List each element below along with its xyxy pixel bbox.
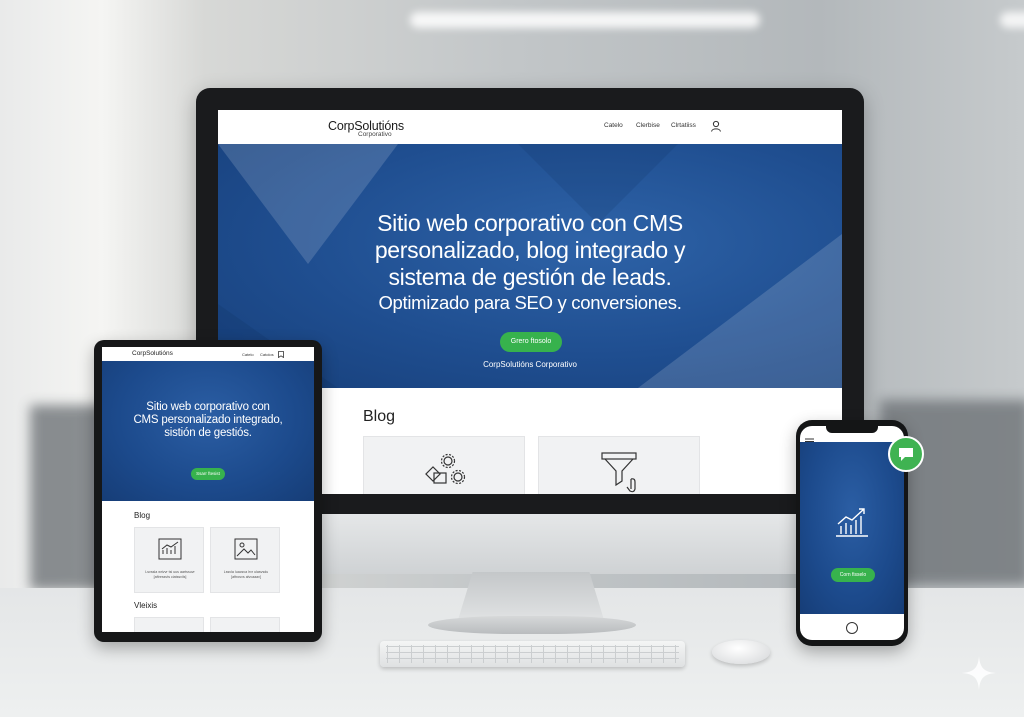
ceiling-light — [1000, 12, 1024, 28]
nav-link-3[interactable]: Clrtatiiss — [671, 122, 696, 129]
tablet-video-card[interactable] — [134, 617, 204, 632]
tablet-nav-link[interactable]: Catolos — [260, 352, 274, 357]
monitor-base — [428, 616, 636, 634]
blog-heading: Blog — [363, 408, 396, 425]
blog-card[interactable] — [538, 436, 700, 494]
home-button[interactable] — [846, 622, 858, 634]
nav-link-2[interactable]: Clerbise — [636, 122, 660, 129]
blog-card[interactable] — [363, 436, 525, 494]
tablet-blog-card[interactable]: Lssvla luacsva lrvr ulasvsdu [aftrosvs a… — [210, 527, 280, 593]
phone-hero-section: Corn fisselo — [800, 442, 904, 614]
site-logo-subtitle: Corporativo — [358, 131, 392, 138]
tablet-card-caption: Lsvssla wrivvr tsi uus aartssuvr [aftres… — [145, 570, 195, 579]
tablet-headline-line: sistión de gestiós. — [164, 427, 252, 439]
tablet-headline-line: Sitio web corporativo con — [146, 401, 270, 413]
tablet-blog-card[interactable]: Lsvssla wrivvr tsi uus aartssuvr [aftres… — [134, 527, 204, 593]
gears-icon — [425, 453, 466, 485]
funnel-icon — [601, 452, 637, 493]
tablet-videos-heading: Vleixis — [134, 601, 158, 610]
hero-headline-line: personalizado, blog integrado y — [374, 237, 686, 263]
tablet-card-caption: Lssvla luacsva lrvr ulasvsdu [aftrosvs a… — [223, 570, 269, 579]
growth-chart-icon — [836, 508, 868, 537]
mouse — [712, 640, 770, 664]
chat-badge[interactable] — [888, 436, 924, 472]
desktop-navbar: CorpSolutións Corporativo Catelo Clerbis… — [218, 110, 842, 144]
hero-headline: Sitio web corporativo con CMS personaliz… — [218, 210, 842, 315]
tablet-hero-section: Sitio web corporativo con CMS personaliz… — [102, 361, 314, 501]
tablet-headline-line: CMS personalizado integrado, — [133, 414, 283, 426]
hero-headline-line: Sitio web corporativo con CMS — [377, 210, 683, 236]
tablet-hero-cta-button[interactable]: Ssarr ftesist — [191, 468, 225, 480]
ceiling-light — [410, 12, 760, 28]
tablet-site-logo[interactable]: CorpSolutións — [132, 350, 173, 357]
hero-headline-line: sistema de gestión de leads. — [388, 264, 672, 290]
tablet-screen: CorpSolutións Catelo Catolos Sitio web c… — [102, 347, 314, 632]
image-icon — [234, 538, 258, 560]
tablet-nav-link[interactable]: Catelo — [242, 352, 254, 357]
chat-bubble-icon — [899, 448, 913, 461]
phone-notch — [826, 424, 878, 433]
tablet-hero-headline: Sitio web corporativo con CMS personaliz… — [102, 401, 314, 440]
chart-icon — [158, 538, 182, 560]
tablet-video-card[interactable] — [210, 617, 280, 632]
bookmark-icon[interactable] — [278, 351, 284, 358]
tablet-blog-heading: Blog — [134, 511, 151, 520]
keyboard-keys — [386, 645, 679, 663]
tablet-navbar: CorpSolutións Catelo Catolos — [102, 347, 314, 361]
monitor-stand — [458, 572, 604, 620]
hero-cta-button[interactable]: Grero ftosolo — [500, 332, 562, 352]
phone-hero-cta-button[interactable]: Corn fisselo — [831, 568, 875, 582]
user-icon[interactable] — [710, 120, 722, 132]
nav-link-1[interactable]: Catelo — [604, 122, 623, 129]
sparkle-icon — [962, 656, 996, 690]
hero-subheadline: Optimizado para SEO y conversiones. — [378, 292, 682, 313]
